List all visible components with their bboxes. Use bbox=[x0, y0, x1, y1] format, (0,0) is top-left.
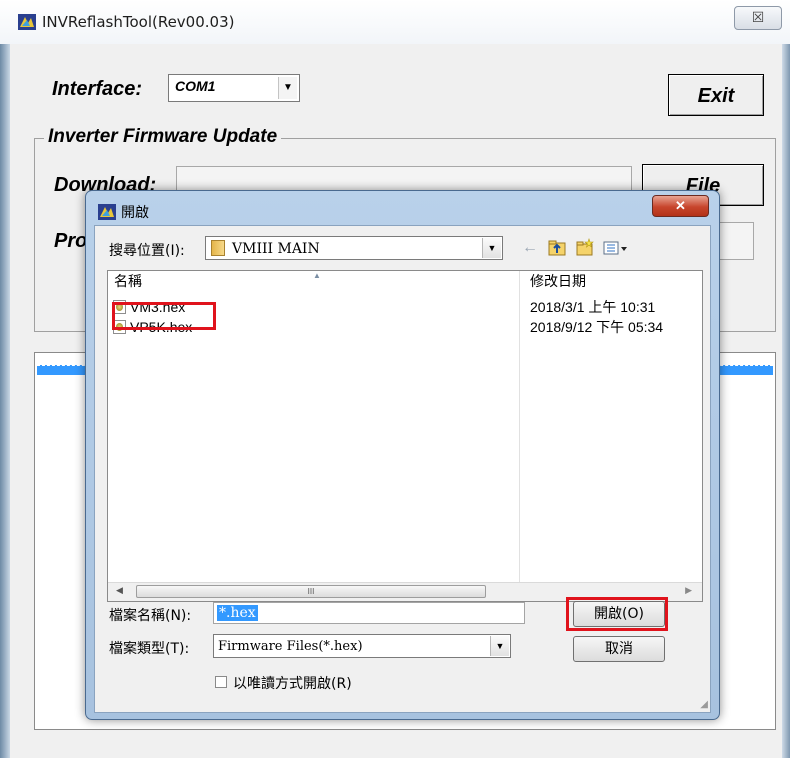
file-name-input[interactable]: *.hex bbox=[213, 602, 525, 624]
close-button[interactable]: ☒ bbox=[734, 6, 782, 30]
highlight-open-button bbox=[566, 597, 668, 631]
file-type-value: Firmware Files(*.hex) bbox=[218, 639, 363, 654]
column-header-name[interactable]: 名稱 bbox=[114, 271, 142, 293]
back-icon[interactable]: ← bbox=[521, 238, 539, 258]
window-title: INVReflashTool(Rev00.03) bbox=[42, 13, 235, 31]
chevron-down-icon[interactable]: ▼ bbox=[278, 77, 297, 99]
file-name-label: 檔案名稱(N): bbox=[109, 608, 192, 624]
file-date: 2018/3/1 上午 10:31 bbox=[530, 299, 656, 315]
app-icon bbox=[18, 14, 36, 30]
dialog-body: 搜尋位置(I): VMIII MAIN ▼ ← 名稱 ▲ 修改日期 VM3.he… bbox=[94, 225, 711, 713]
window-border-right bbox=[782, 44, 790, 758]
look-in-label: 搜尋位置(I): bbox=[109, 243, 185, 259]
scroll-left-icon[interactable]: ◀ bbox=[116, 585, 123, 596]
chevron-down-icon[interactable]: ▼ bbox=[490, 636, 509, 656]
interface-label: Interface: bbox=[52, 78, 143, 100]
progress-label: Pro bbox=[54, 230, 88, 252]
new-folder-icon[interactable] bbox=[575, 238, 595, 258]
window-border-left bbox=[0, 44, 10, 758]
dialog-title: 開啟 bbox=[121, 205, 149, 221]
readonly-checkbox[interactable] bbox=[215, 676, 227, 688]
sort-arrow-icon: ▲ bbox=[313, 271, 321, 280]
interface-value: COM1 bbox=[175, 78, 216, 94]
progress-field bbox=[718, 222, 754, 260]
cancel-button[interactable]: 取消 bbox=[573, 636, 665, 662]
look-in-value: VMIII MAIN bbox=[232, 241, 320, 257]
readonly-label: 以唯讀方式開啟(R) bbox=[233, 676, 352, 692]
group-title: Inverter Firmware Update bbox=[44, 126, 282, 148]
main-title-bar: INVReflashTool(Rev00.03) ☒ bbox=[0, 0, 790, 44]
open-file-dialog: 開啟 ✕ 搜尋位置(I): VMIII MAIN ▼ ← 名稱 ▲ 修改日期 V… bbox=[85, 190, 720, 720]
resize-grip-icon[interactable]: ◢ bbox=[700, 699, 708, 710]
app-icon bbox=[98, 204, 116, 220]
file-type-label: 檔案類型(T): bbox=[109, 641, 190, 657]
look-in-select[interactable]: VMIII MAIN ▼ bbox=[205, 236, 503, 260]
folder-icon bbox=[211, 240, 225, 256]
file-date: 2018/9/12 下午 05:34 bbox=[530, 319, 664, 335]
scroll-right-icon[interactable]: ▶ bbox=[685, 585, 692, 596]
highlight-vm3-file bbox=[112, 302, 216, 330]
chevron-down-icon[interactable]: ▼ bbox=[482, 238, 501, 258]
dialog-close-button[interactable]: ✕ bbox=[652, 195, 709, 217]
view-menu-icon[interactable] bbox=[603, 238, 629, 258]
exit-button[interactable]: Exit bbox=[668, 74, 764, 116]
file-name-value: *.hex bbox=[217, 605, 258, 621]
up-folder-icon[interactable] bbox=[547, 238, 567, 258]
scroll-thumb[interactable]: III bbox=[136, 585, 486, 598]
file-type-select[interactable]: Firmware Files(*.hex) ▼ bbox=[213, 634, 511, 658]
interface-select[interactable]: COM1 ▼ bbox=[168, 74, 300, 102]
column-header-date[interactable]: 修改日期 bbox=[530, 271, 586, 293]
